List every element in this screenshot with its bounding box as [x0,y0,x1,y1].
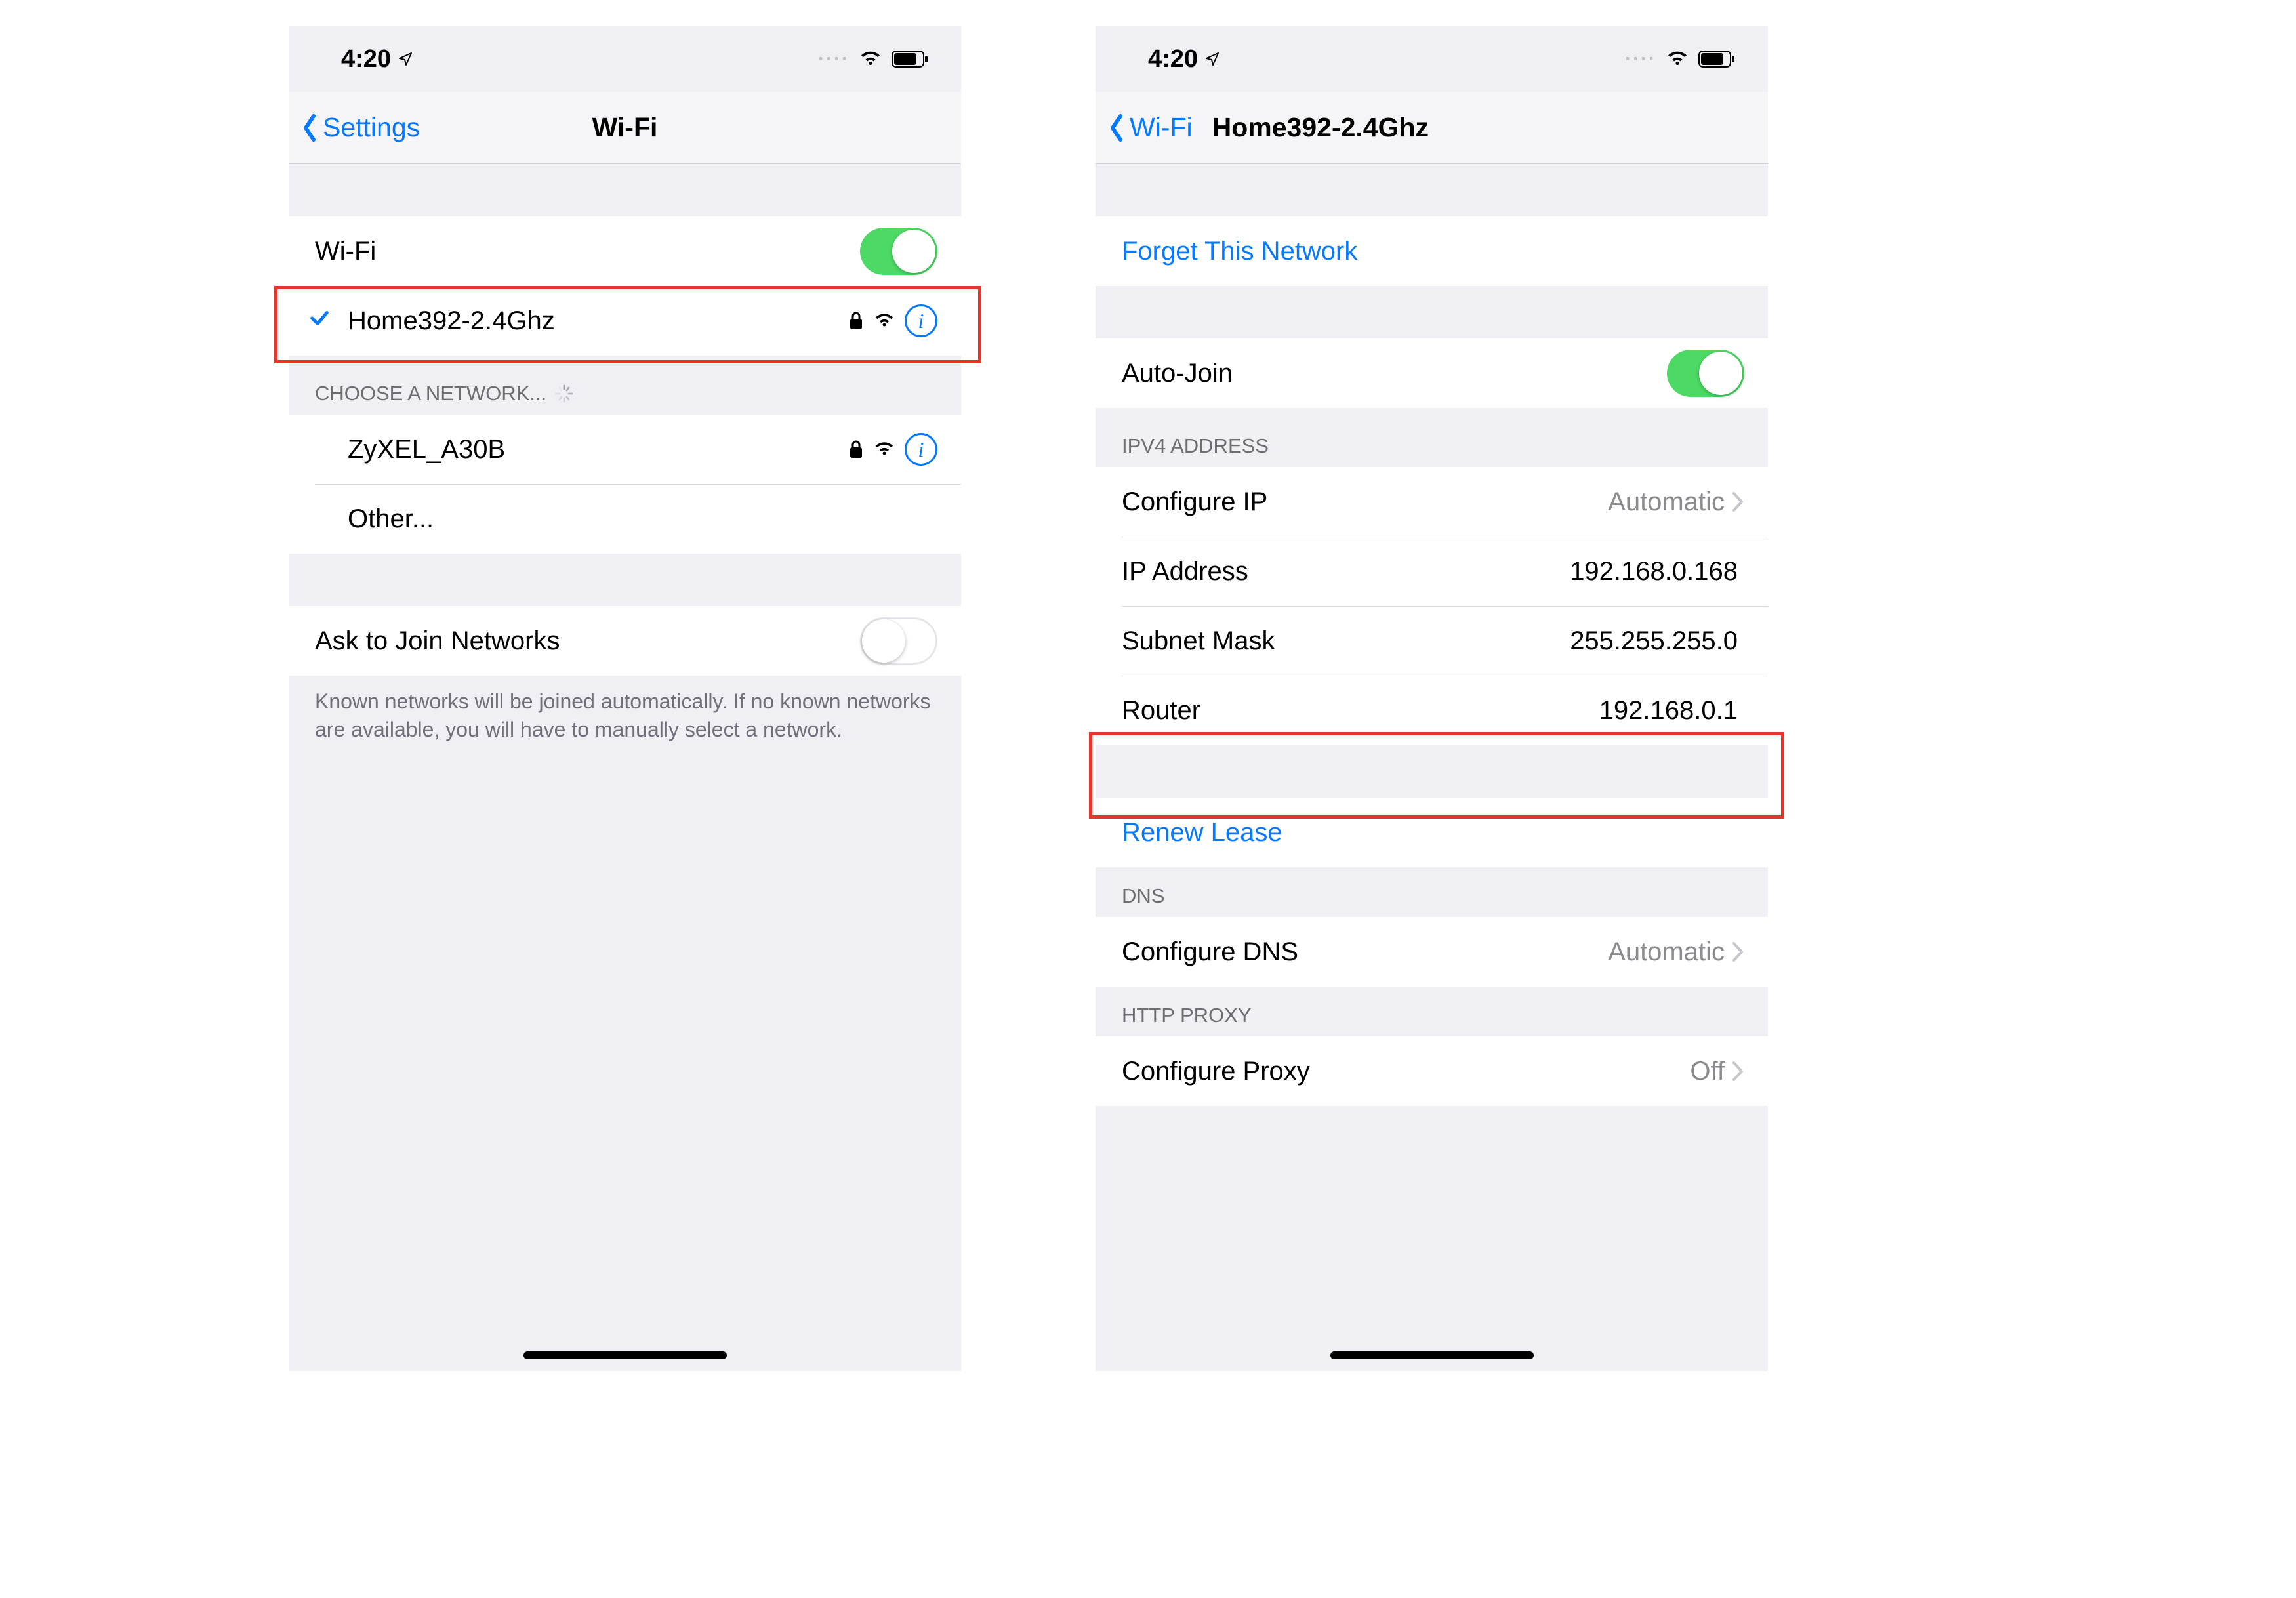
configure-proxy-label: Configure Proxy [1122,1057,1690,1086]
home-indicator[interactable] [1330,1351,1534,1359]
subnet-mask-value: 255.255.255.0 [1570,626,1738,656]
status-time: 4:20 [341,45,391,73]
ip-address-row: IP Address 192.168.0.168 [1096,537,1768,606]
lock-icon [848,440,864,459]
chevron-left-icon [1107,113,1126,142]
ask-join-group: Ask to Join Networks [289,606,961,676]
ask-join-footer: Known networks will be joined automatica… [289,676,961,760]
wifi-toggle[interactable] [860,228,937,275]
ip-address-value: 192.168.0.168 [1570,557,1738,586]
http-proxy-header: HTTP PROXY [1096,987,1768,1036]
subnet-mask-label: Subnet Mask [1122,626,1570,656]
auto-join-row: Auto-Join [1096,338,1768,408]
renew-lease-row[interactable]: Renew Lease [1096,798,1768,867]
ipv4-group: Configure IP Automatic IP Address 192.16… [1096,467,1768,745]
configure-proxy-row[interactable]: Configure Proxy Off [1096,1036,1768,1106]
checkmark-icon [308,306,331,336]
other-label: Other... [348,504,937,534]
lock-icon [848,311,864,331]
battery-icon [892,51,928,68]
configure-ip-row[interactable]: Configure IP Automatic [1096,467,1768,537]
configure-ip-value: Automatic [1608,487,1725,517]
available-networks-group: ZyXEL_A30B i Other... [289,415,961,554]
wifi-toggle-label: Wi-Fi [315,237,860,266]
wifi-icon [873,312,895,329]
ask-join-row: Ask to Join Networks [289,606,961,676]
connected-network-row[interactable]: Home392-2.4Ghz i [289,286,961,356]
status-bar: 4:20 ···· [289,26,961,92]
location-icon [398,51,413,67]
back-label: Wi-Fi [1130,112,1193,143]
configure-dns-row[interactable]: Configure DNS Automatic [1096,917,1768,987]
ipv4-header: IPV4 ADDRESS [1096,408,1768,467]
configure-dns-value: Automatic [1608,937,1725,967]
wifi-icon [859,51,882,68]
dns-header: DNS [1096,867,1768,917]
router-label: Router [1122,696,1599,726]
chevron-right-icon [1731,941,1744,963]
chevron-right-icon [1731,491,1744,513]
wifi-toggle-group: Wi-Fi Home392-2.4Ghz i [289,216,961,356]
status-bar: 4:20 ···· [1096,26,1768,92]
back-button[interactable]: Settings [289,112,420,143]
nav-bar: Settings Wi-Fi [289,92,961,164]
renew-lease-label: Renew Lease [1122,818,1744,848]
choose-network-header: CHOOSE A NETWORK... [289,356,961,415]
network-name: ZyXEL_A30B [348,435,839,464]
configure-ip-label: Configure IP [1122,487,1608,517]
forget-network-row[interactable]: Forget This Network [1096,216,1768,286]
info-icon[interactable]: i [905,433,937,466]
other-network-row[interactable]: Other... [289,484,961,554]
subnet-mask-row: Subnet Mask 255.255.255.0 [1096,606,1768,676]
chevron-left-icon [300,113,319,142]
ask-join-toggle[interactable] [860,617,937,665]
auto-join-label: Auto-Join [1122,359,1667,388]
nav-bar: Wi-Fi Home392-2.4Ghz [1096,92,1768,164]
network-row[interactable]: ZyXEL_A30B i [289,415,961,484]
screen-wifi-list: 4:20 ···· Settings Wi-Fi Wi-Fi Home392-2… [289,26,961,1371]
signal-dots-icon: ···· [1625,48,1656,70]
wifi-toggle-row: Wi-Fi [289,216,961,286]
ip-address-label: IP Address [1122,557,1570,586]
back-label: Settings [323,112,420,143]
screen-wifi-detail: 4:20 ···· Wi-Fi Home392-2.4Ghz Forget Th… [1096,26,1768,1371]
router-value: 192.168.0.1 [1599,696,1738,726]
configure-proxy-value: Off [1690,1057,1725,1086]
wifi-icon [1666,51,1689,68]
ask-join-label: Ask to Join Networks [315,626,860,656]
battery-icon [1698,51,1735,68]
spinner-icon [554,384,574,403]
signal-dots-icon: ···· [818,48,850,70]
router-row: Router 192.168.0.1 [1096,676,1768,745]
back-button[interactable]: Wi-Fi [1096,112,1193,143]
home-indicator[interactable] [523,1351,727,1359]
status-time: 4:20 [1148,45,1198,73]
info-icon[interactable]: i [905,304,937,337]
auto-join-toggle[interactable] [1667,350,1744,397]
forget-network-label: Forget This Network [1122,237,1744,266]
chevron-right-icon [1731,1060,1744,1082]
location-icon [1204,51,1220,67]
connected-network-name: Home392-2.4Ghz [348,306,839,336]
configure-dns-label: Configure DNS [1122,937,1608,967]
nav-title: Home392-2.4Ghz [1212,112,1429,143]
wifi-icon [873,441,895,458]
